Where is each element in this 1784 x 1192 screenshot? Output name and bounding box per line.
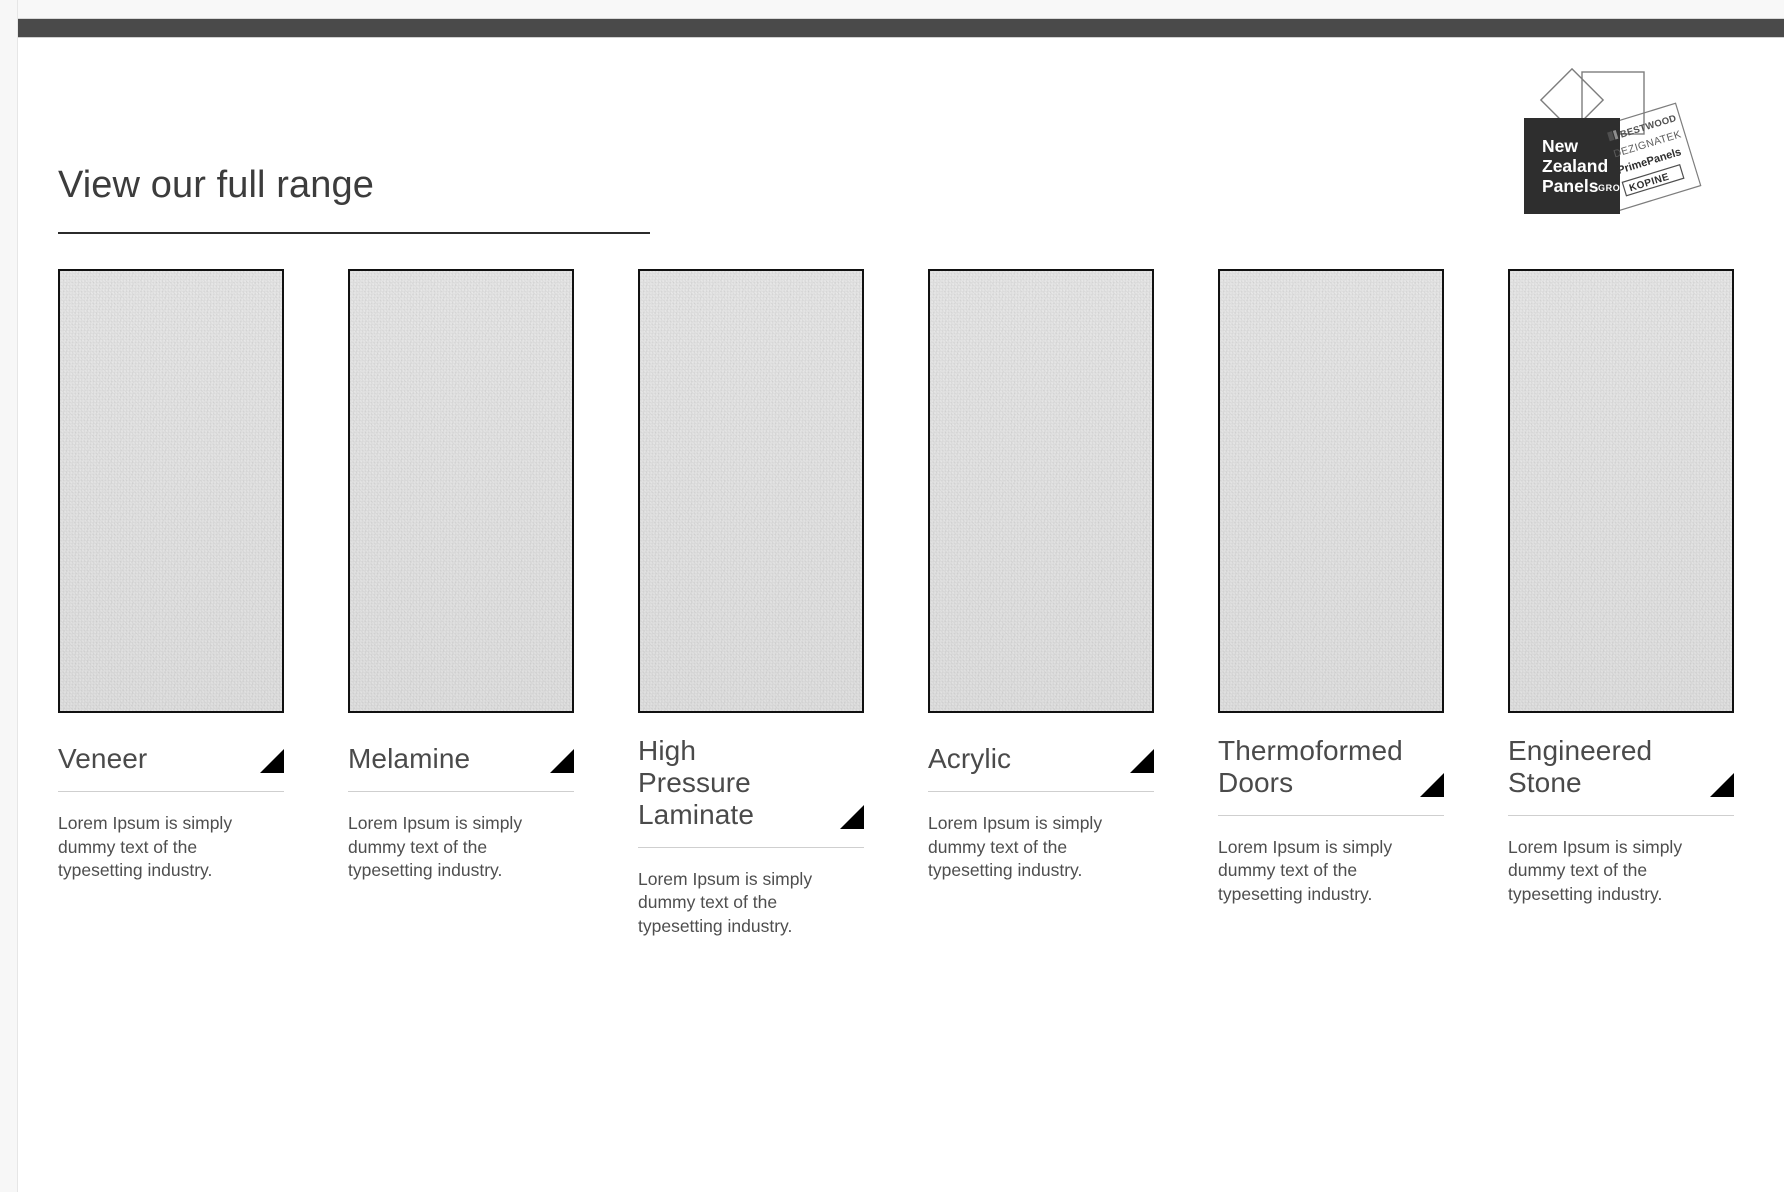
- logo-text-panels: Panels: [1542, 176, 1599, 196]
- company-logo: New Zealand Panels GROUP BESTWOOD DEZIGN…: [1524, 56, 1734, 236]
- card-description: Lorem Ipsum is simply dummy text of the …: [58, 813, 233, 881]
- card-image-placeholder: [348, 269, 574, 713]
- corner-triangle-icon[interactable]: [1710, 772, 1734, 797]
- product-card[interactable]: Engineered Stone Lorem Ipsum is simply d…: [1508, 269, 1734, 924]
- card-image-placeholder: [1508, 269, 1734, 713]
- card-image-placeholder: [638, 269, 864, 713]
- corner-triangle-icon[interactable]: [840, 804, 864, 829]
- corner-triangle-icon[interactable]: [550, 749, 574, 773]
- card-title-row: Melamine: [348, 735, 574, 775]
- card-description: Lorem Ipsum is simply dummy text of the …: [928, 813, 1103, 881]
- page-title-underline: [58, 231, 650, 234]
- card-divider: [1508, 814, 1734, 816]
- card-title: Melamine: [348, 743, 471, 775]
- page-canvas: New Zealand Panels GROUP BESTWOOD DEZIGN…: [18, 39, 1784, 1192]
- product-card-grid: Veneer Lorem Ipsum is simply dummy text …: [58, 269, 1748, 956]
- card-description: Lorem Ipsum is simply dummy text of the …: [348, 813, 523, 881]
- page-heading-block: View our full range: [58, 164, 658, 234]
- card-title-row: Veneer: [58, 735, 284, 775]
- card-description: Lorem Ipsum is simply dummy text of the …: [1508, 836, 1683, 905]
- card-title: Thermoformed Doors: [1218, 735, 1403, 798]
- corner-triangle-icon[interactable]: [260, 749, 284, 773]
- product-card[interactable]: Acrylic Lorem Ipsum is simply dummy text…: [928, 269, 1154, 900]
- card-divider: [348, 791, 574, 792]
- window-top-strip: [0, 0, 1784, 18]
- logo-text-zealand: Zealand: [1542, 156, 1608, 176]
- card-divider: [1218, 814, 1444, 816]
- card-image-placeholder: [928, 269, 1154, 713]
- card-title: Veneer: [58, 743, 148, 775]
- browser-top-bar: [18, 18, 1784, 38]
- product-card[interactable]: Veneer Lorem Ipsum is simply dummy text …: [58, 269, 284, 900]
- card-image-placeholder: [58, 269, 284, 713]
- corner-triangle-icon[interactable]: [1130, 749, 1154, 773]
- logo-brand-kopine: KOPINE: [1628, 172, 1671, 195]
- card-description: Lorem Ipsum is simply dummy text of the …: [638, 868, 813, 936]
- card-title: High Pressure Laminate: [638, 735, 754, 830]
- card-image-placeholder: [1218, 269, 1444, 713]
- product-card[interactable]: Melamine Lorem Ipsum is simply dummy tex…: [348, 269, 574, 900]
- card-divider: [638, 846, 864, 848]
- page-frame: New Zealand Panels GROUP BESTWOOD DEZIGN…: [0, 0, 1784, 1192]
- logo-text-new: New: [1542, 136, 1578, 156]
- card-title: Acrylic: [928, 743, 1012, 775]
- page-title: View our full range: [58, 164, 374, 206]
- card-title-row: Thermoformed Doors: [1218, 735, 1444, 799]
- product-card[interactable]: Thermoformed Doors Lorem Ipsum is simply…: [1218, 269, 1444, 924]
- card-description: Lorem Ipsum is simply dummy text of the …: [1218, 836, 1393, 905]
- product-card[interactable]: High Pressure Laminate Lorem Ipsum is si…: [638, 269, 864, 956]
- card-title: Engineered Stone: [1508, 735, 1653, 798]
- card-title-row: High Pressure Laminate: [638, 735, 864, 831]
- card-title-row: Engineered Stone: [1508, 735, 1734, 799]
- card-title-row: Acrylic: [928, 735, 1154, 775]
- corner-triangle-icon[interactable]: [1420, 772, 1444, 797]
- left-gutter: [0, 0, 18, 1192]
- card-divider: [58, 791, 284, 792]
- card-divider: [928, 791, 1154, 792]
